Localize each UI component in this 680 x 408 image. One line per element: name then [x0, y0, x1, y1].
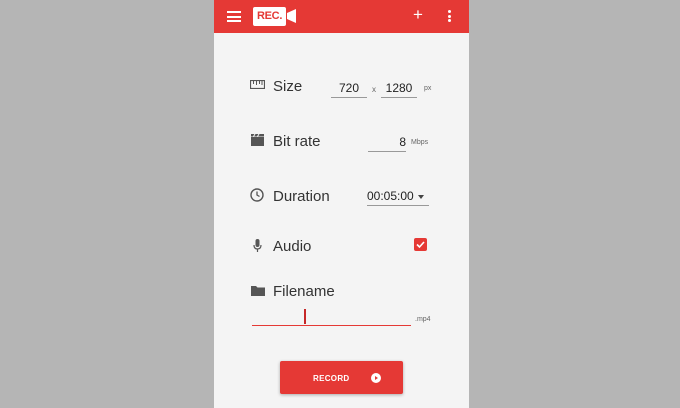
size-label: Size: [273, 78, 303, 95]
bitrate-label: Bit rate: [273, 133, 321, 150]
app-screen: REC. + Size 720 x 1280 px Bit rate 8 Mbp…: [214, 0, 469, 408]
size-separator: x: [372, 85, 376, 94]
logo-text: REC.: [253, 6, 287, 26]
record-button[interactable]: RECORD: [280, 361, 403, 394]
filename-extension: .mp4: [415, 316, 431, 323]
duration-select[interactable]: 00:05:00: [367, 189, 429, 206]
record-button-label: RECORD: [313, 374, 350, 383]
bitrate-field[interactable]: 8: [368, 135, 406, 152]
app-logo: REC.: [253, 6, 297, 26]
folder-icon: [251, 286, 265, 296]
audio-label: Audio: [273, 238, 312, 255]
height-field[interactable]: 1280: [381, 81, 417, 98]
clock-icon: [250, 188, 264, 202]
size-unit: px: [424, 85, 432, 92]
checkmark-icon: [416, 241, 425, 249]
audio-checkbox[interactable]: [414, 238, 427, 251]
width-field[interactable]: 720: [331, 81, 367, 98]
clapperboard-icon: [251, 134, 264, 146]
filename-input[interactable]: [252, 308, 411, 325]
microphone-icon: [253, 239, 262, 252]
duration-label: Duration: [273, 188, 330, 205]
plus-icon[interactable]: +: [412, 6, 424, 23]
duration-value: 00:05:00: [367, 189, 414, 203]
chevron-down-icon: [418, 194, 425, 199]
camera-icon: [287, 9, 297, 23]
play-circle-icon: [371, 373, 381, 383]
bitrate-unit: Mbps: [411, 139, 429, 146]
hamburger-menu-icon[interactable]: [227, 11, 241, 22]
text-cursor: [304, 309, 306, 324]
more-vert-icon[interactable]: [448, 10, 452, 23]
filename-underline: [252, 325, 411, 326]
app-bar: REC. +: [214, 0, 469, 33]
ruler-icon: [250, 80, 265, 89]
filename-label: Filename: [273, 283, 335, 300]
